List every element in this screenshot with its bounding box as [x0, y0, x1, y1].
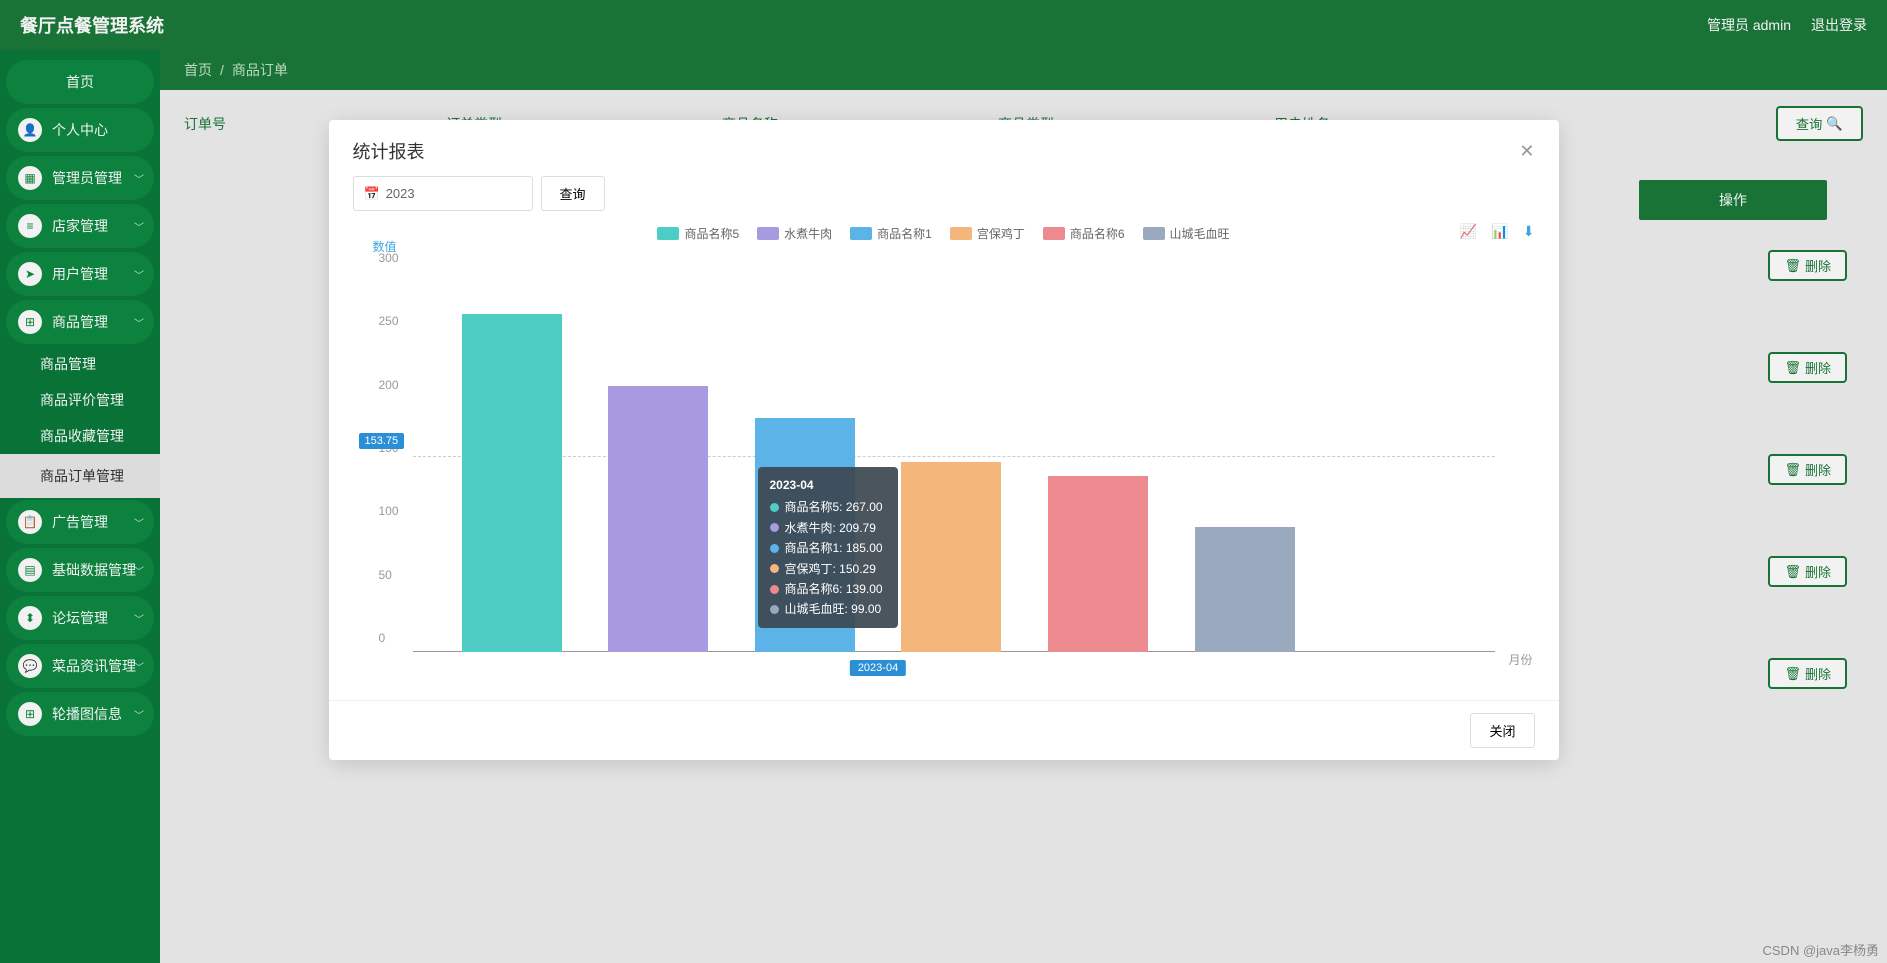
y-tick: 200 — [379, 378, 399, 392]
legend-item[interactable]: 山城毛血旺 — [1143, 225, 1230, 242]
chart-toolbox: 📈 📊 ⬇ — [1460, 223, 1535, 240]
legend-item[interactable]: 商品名称1 — [850, 225, 932, 242]
chart-area: 📈 📊 ⬇ 商品名称5 水煮牛肉 商品名称1 宫保鸡丁 商品名称6 山城毛血旺 数值 月份… — [353, 219, 1535, 699]
y-tick: 300 — [379, 251, 399, 265]
stats-modal: 统计报表 ✕ 📅 2023 查询 📈 📊 ⬇ 商品名称5 水煮牛肉 商品名称1 宫保鸡… — [329, 120, 1559, 760]
y-tick: 0 — [379, 631, 386, 645]
bar-chart-icon[interactable]: 📊 — [1491, 223, 1508, 240]
legend-item[interactable]: 水煮牛肉 — [757, 225, 832, 242]
chart-bar[interactable] — [1048, 476, 1148, 652]
chart-tooltip: 2023-04商品名称5: 267.00水煮牛肉: 209.79商品名称1: 1… — [758, 467, 898, 628]
line-chart-icon[interactable]: 📈 — [1460, 223, 1477, 240]
chart-bar[interactable] — [901, 462, 1001, 652]
modal-query-button[interactable]: 查询 — [541, 176, 605, 211]
close-icon[interactable]: ✕ — [1519, 141, 1534, 162]
chart-bar[interactable] — [608, 386, 708, 652]
modal-close-button[interactable]: 关闭 — [1470, 713, 1534, 748]
chart-plot: 数值 月份 050100150200250300153.752023-04202… — [413, 252, 1495, 672]
chart-bar[interactable] — [1195, 527, 1295, 652]
year-input[interactable]: 📅 2023 — [353, 176, 533, 211]
x-tick-label: 2023-04 — [850, 660, 906, 676]
y-axis-hint: 153.75 — [359, 433, 405, 449]
y-tick: 50 — [379, 568, 392, 582]
calendar-icon: 📅 — [364, 186, 380, 202]
chart-legend: 商品名称5 水煮牛肉 商品名称1 宫保鸡丁 商品名称6 山城毛血旺 — [353, 219, 1535, 252]
modal-overlay: 统计报表 ✕ 📅 2023 查询 📈 📊 ⬇ 商品名称5 水煮牛肉 商品名称1 宫保鸡… — [0, 0, 1887, 963]
y-tick: 250 — [379, 314, 399, 328]
x-axis-label: 月份 — [1508, 651, 1532, 668]
watermark: CSDN @java李杨勇 — [1763, 940, 1880, 959]
legend-item[interactable]: 商品名称6 — [1043, 225, 1125, 242]
legend-item[interactable]: 商品名称5 — [657, 225, 739, 242]
y-tick: 100 — [379, 504, 399, 518]
download-icon[interactable]: ⬇ — [1523, 223, 1535, 240]
chart-bar[interactable] — [462, 314, 562, 652]
legend-item[interactable]: 宫保鸡丁 — [950, 225, 1025, 242]
modal-title: 统计报表 — [353, 138, 425, 164]
